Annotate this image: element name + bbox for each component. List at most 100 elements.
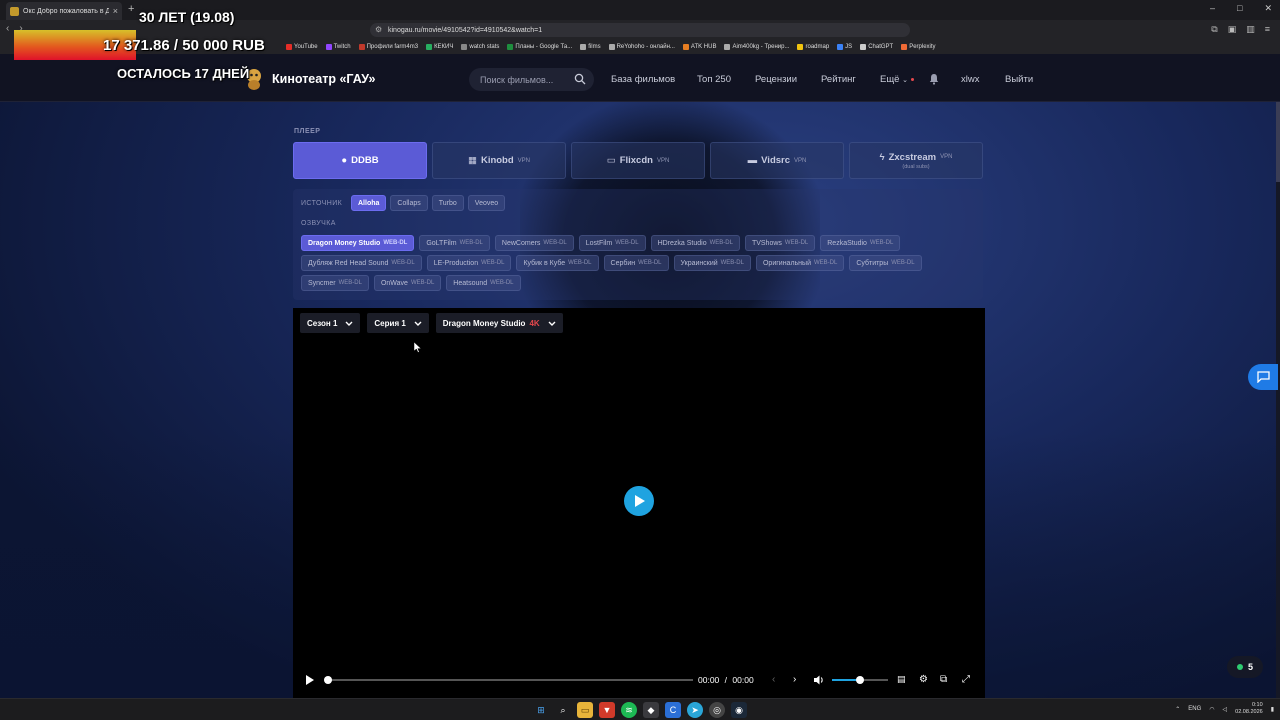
source-chip-alloha[interactable]: Alloha — [351, 195, 387, 211]
user-name[interactable]: xlwx — [961, 74, 979, 85]
voice-chip[interactable]: Кубик в Кубе WEB-DL — [516, 255, 599, 271]
player-option-ddbb[interactable]: ● DDBB — [293, 142, 427, 179]
voice-chip[interactable]: Сербин WEB-DL — [603, 255, 669, 271]
player-option-zxcstream[interactable]: ϟ Zxcstream VPN (dual subs) — [849, 142, 983, 179]
nav-reviews[interactable]: Рецензии — [755, 74, 797, 85]
prev-icon[interactable]: ‹ — [772, 674, 775, 685]
voice-chip[interactable]: Оригинальный WEB-DL — [755, 255, 845, 271]
close-window-icon[interactable]: ✕ — [1264, 3, 1272, 14]
volume-slider[interactable] — [832, 676, 888, 684]
maximize-icon[interactable]: □ — [1237, 3, 1242, 14]
app-c-icon[interactable]: C — [665, 702, 681, 718]
bookmark-item[interactable]: Perplexity — [901, 44, 936, 50]
bookmark-item[interactable]: ChatGPT — [860, 44, 893, 50]
brave-browser-icon[interactable]: ▼ — [599, 702, 615, 718]
voice-chip[interactable]: HDrezka Studio WEB-DL — [650, 235, 740, 251]
nav-more[interactable]: Ещё ⌄ — [880, 74, 914, 85]
notification-icon[interactable]: ▮ — [1271, 706, 1274, 713]
voice-chip[interactable]: Украинский WEB-DL — [673, 255, 751, 271]
voice-chip[interactable]: Дубляж Red Head Sound WEB-DL — [301, 255, 422, 271]
chrome-icon[interactable]: ◎ — [709, 702, 725, 718]
voice-chip[interactable]: RezkaStudio WEB-DL — [820, 235, 901, 251]
nav-movies-base[interactable]: База фильмов — [611, 74, 675, 85]
page-scrollbar[interactable] — [1276, 102, 1280, 698]
language-indicator[interactable]: ENG — [1188, 706, 1201, 712]
app-icon[interactable]: ◆ — [643, 702, 659, 718]
voice-chip[interactable]: LostFilm WEB-DL — [578, 235, 646, 251]
logout-link[interactable]: Выйти — [1005, 74, 1033, 85]
tab-close-icon[interactable]: × — [113, 6, 118, 16]
source-chip-collaps[interactable]: Collaps — [390, 195, 428, 211]
clock[interactable]: 0:10 02.08.2026 — [1235, 702, 1263, 716]
bell-icon[interactable] — [928, 73, 940, 85]
seek-bar[interactable] — [324, 676, 693, 684]
search-icon[interactable] — [574, 73, 586, 85]
scrollbar-thumb[interactable] — [1276, 102, 1280, 182]
player-option-flixcdn[interactable]: ▭ Flixcdn VPN — [571, 142, 705, 179]
voice-chip[interactable]: NewComers WEB-DL — [494, 235, 574, 251]
url-field[interactable]: ⚙ kinogau.ru/movie/4910542?id=4910542&wa… — [370, 23, 910, 37]
bookmark-item[interactable]: Планы - Google Та... — [507, 44, 572, 50]
tray-arrow-icon[interactable]: ⌃ — [1175, 706, 1180, 713]
bookmark-item[interactable]: YouTube — [286, 44, 318, 50]
voice-chip[interactable]: Субтитры WEB-DL — [849, 255, 922, 271]
bookmark-item[interactable]: Aim400kg - Тренир... — [724, 44, 789, 50]
voice-chip[interactable]: Heatsound WEB-DL — [446, 275, 521, 291]
volume-icon[interactable] — [813, 674, 825, 686]
play-button[interactable] — [624, 486, 654, 516]
bookmark-item[interactable]: ReYohoho - онлайн... — [608, 44, 675, 50]
control-play-icon[interactable] — [305, 674, 315, 686]
subtitles-icon[interactable]: ▤ — [897, 674, 906, 685]
player-option-vidsrc[interactable]: ▬ Vidsrc VPN — [710, 142, 844, 179]
nav-top-250[interactable]: Топ 250 — [697, 74, 731, 85]
site-info-icon[interactable]: ⚙ — [375, 25, 382, 34]
taskbar-search-icon[interactable]: ⌕ — [555, 702, 571, 718]
bookmark-item[interactable]: watch stats — [461, 44, 499, 50]
wifi-icon[interactable]: ◠ — [1209, 706, 1214, 713]
extensions-icon[interactable]: ⧉ — [1211, 24, 1217, 35]
wallet-icon[interactable]: ▣ — [1228, 24, 1237, 35]
voice-chip[interactable]: GoLTFilm WEB-DL — [419, 235, 490, 251]
spotify-icon[interactable]: ≋ — [621, 702, 637, 718]
file-explorer-icon[interactable]: ▭ — [577, 702, 593, 718]
source-chip-veoveo[interactable]: Veoveo — [467, 195, 506, 211]
browser-tab[interactable]: Окс Добро пожаловать в Дер × — [6, 2, 122, 20]
menu-icon[interactable]: ≡ — [1265, 24, 1270, 35]
fullscreen-icon[interactable]: ⤢ — [962, 674, 970, 685]
pip-icon[interactable]: ⧉ — [940, 674, 947, 685]
bookmark-item[interactable]: JS — [837, 44, 852, 50]
minimize-icon[interactable]: – — [1210, 3, 1215, 14]
new-tab-button[interactable]: + — [128, 3, 134, 15]
bookmark-item[interactable]: КЕКИЧ — [426, 44, 453, 50]
windows-start-icon[interactable]: ⊞ — [533, 702, 549, 718]
bookmark-item[interactable]: Профили farm4m3 — [358, 44, 418, 50]
settings-gear-icon[interactable]: ⚙ — [919, 674, 928, 685]
back-icon[interactable]: ‹ — [6, 23, 9, 34]
voice-chip[interactable]: Syncmer WEB-DL — [301, 275, 369, 291]
speaker-icon[interactable]: ◁ — [1223, 706, 1228, 713]
source-chip-turbo[interactable]: Turbo — [431, 195, 464, 211]
voice-chip[interactable]: LE-Production WEB-DL — [426, 255, 512, 271]
voice-chip[interactable]: Dragon Money Studio WEB-DL — [301, 235, 415, 251]
bookmark-item[interactable]: roadmap — [797, 44, 829, 50]
site-logo[interactable]: Кинотеатр «ГАУ» — [244, 68, 376, 90]
seek-knob[interactable] — [324, 676, 332, 684]
steam-icon[interactable]: ◉ — [731, 702, 747, 718]
volume-knob[interactable] — [856, 676, 864, 684]
voice-chip[interactable]: TVShows WEB-DL — [744, 235, 816, 251]
bookmark-item[interactable]: films — [580, 44, 601, 50]
voice-chip[interactable]: OnWave WEB-DL — [373, 275, 442, 291]
video-area[interactable]: Сезон 1 Серия 1 Dragon Money Studio 4K 0… — [293, 308, 985, 698]
bookmark-item[interactable]: ATK HUB — [682, 44, 716, 50]
player-option-kinobd[interactable]: ▦ Kinobd VPN — [432, 142, 566, 179]
bookmark-item[interactable]: Twitch — [325, 44, 351, 50]
search-input[interactable]: Поиск фильмов... — [469, 68, 594, 91]
season-select[interactable]: Сезон 1 — [300, 313, 361, 333]
chat-button[interactable] — [1248, 364, 1278, 390]
telegram-icon[interactable]: ➤ — [687, 702, 703, 718]
voice-select[interactable]: Dragon Money Studio 4K — [435, 313, 563, 333]
episode-select[interactable]: Серия 1 — [367, 313, 429, 333]
nav-rating[interactable]: Рейтинг — [821, 74, 856, 85]
next-icon[interactable]: › — [793, 674, 796, 685]
sidebar-icon[interactable]: ▥ — [1246, 24, 1255, 35]
